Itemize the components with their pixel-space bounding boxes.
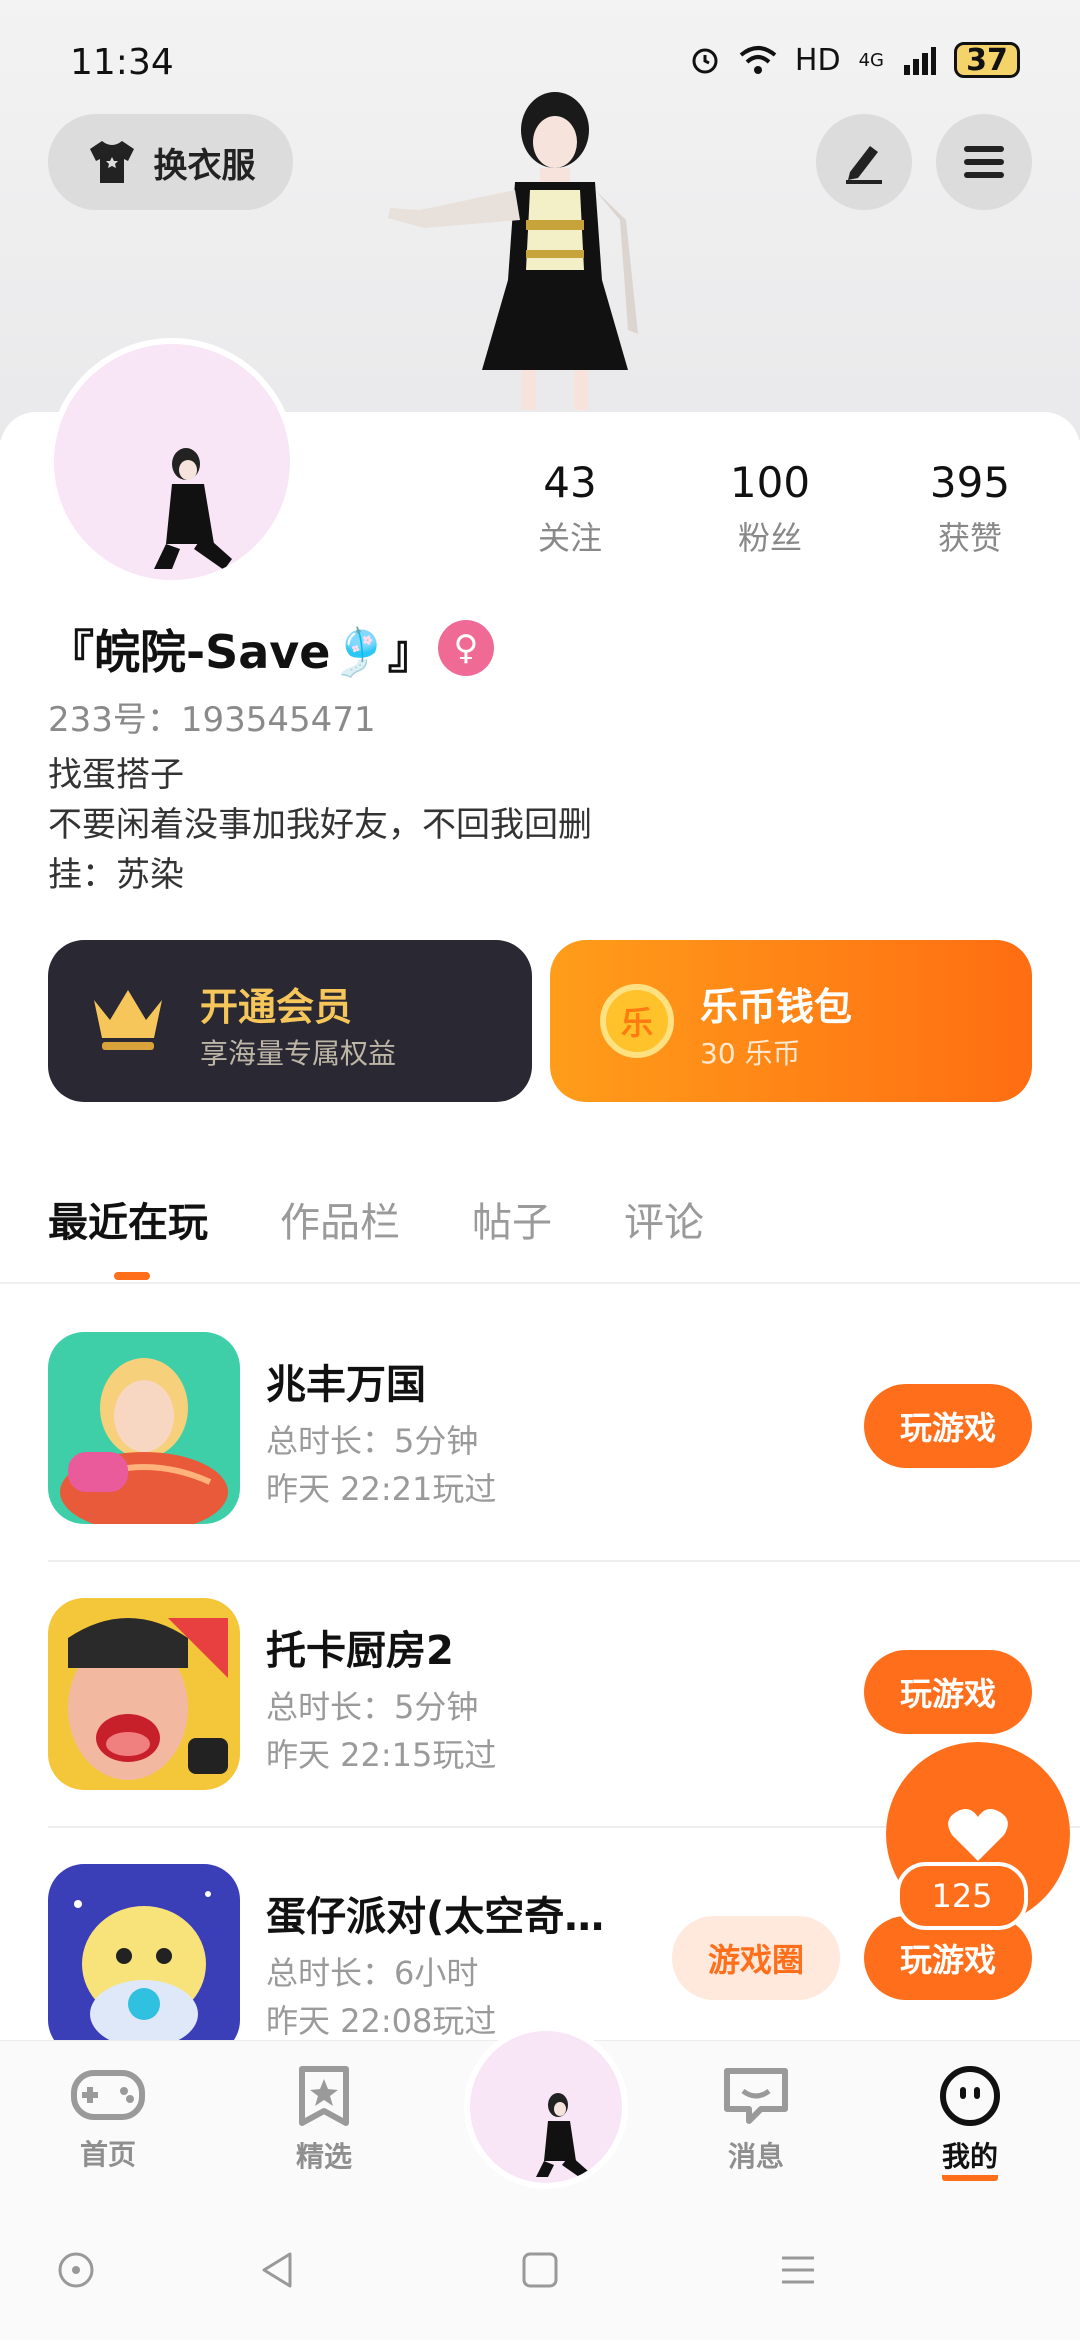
gamepad-icon <box>71 2070 145 2120</box>
tab-indicator <box>114 1272 150 1280</box>
game-duration: 总时长：5分钟 <box>266 1688 479 1726</box>
profile-stats: 43 关注 100 粉丝 395 获赞 <box>490 458 1050 559</box>
nav-featured[interactable]: 精选 <box>264 2065 384 2175</box>
tab-works[interactable]: 作品栏 <box>280 1190 400 1248</box>
nav-label: 精选 <box>295 2140 352 2173</box>
recent-apps-icon[interactable] <box>778 2250 818 2290</box>
stat-label: 关注 <box>537 519 602 557</box>
assistant-dot-icon[interactable] <box>56 2250 96 2290</box>
game-last-played: 昨天 22:08玩过 <box>266 2002 497 2040</box>
profile-avatar[interactable] <box>48 338 296 586</box>
signal-icon <box>904 47 936 75</box>
game-icon <box>48 1332 240 1524</box>
game-circle-button[interactable]: 游戏圈 <box>672 1916 840 2000</box>
network-label: HD <box>794 42 841 78</box>
menu-button[interactable] <box>936 114 1032 210</box>
wifi-icon <box>739 46 777 74</box>
nav-avatar-button[interactable] <box>464 2025 628 2189</box>
tab-divider <box>0 1282 1080 1284</box>
game-row[interactable]: 兆丰万国 总时长：5分钟 昨天 22:21玩过 玩游戏 <box>48 1332 1080 1524</box>
stat-label: 粉丝 <box>737 519 802 557</box>
profile-tabs: 最近在玩 作品栏 帖子 评论 <box>48 1190 704 1248</box>
face-icon <box>940 2066 1000 2126</box>
nav-label: 首页 <box>79 2138 136 2171</box>
signal-label: 4G <box>858 49 884 71</box>
stat-likes[interactable]: 395 获赞 <box>890 458 1050 559</box>
hamburger-icon <box>964 146 1004 178</box>
tab-posts[interactable]: 帖子 <box>472 1190 552 1248</box>
bio-line: 不要闲着没事加我好友，不回我回删 <box>48 805 592 845</box>
wallet-card[interactable]: 乐 乐币钱包 30 乐币 <box>550 940 1032 1102</box>
alarm-icon <box>692 48 718 74</box>
status-time: 11:34 <box>70 42 174 83</box>
status-icons: HD 4G 37 <box>689 42 1020 78</box>
stat-number: 395 <box>929 458 1011 507</box>
row-divider <box>48 1560 1080 1562</box>
game-icon <box>48 1864 240 2056</box>
nav-label: 我的 <box>941 2135 998 2181</box>
change-outfit-button[interactable]: 换衣服 <box>48 114 293 210</box>
stat-number: 100 <box>729 458 811 507</box>
pencil-icon <box>846 146 882 184</box>
wallet-balance: 30 乐币 <box>700 1037 801 1070</box>
stat-following[interactable]: 43 关注 <box>490 458 650 559</box>
vip-membership-card[interactable]: 开通会员 享海量专属权益 <box>48 940 532 1102</box>
game-duration: 总时长：6小时 <box>266 1954 479 1992</box>
nav-label: 消息 <box>727 2140 784 2173</box>
bio: 找蛋搭子 不要闲着没事加我好友，不回我回删 挂：苏染 <box>48 750 592 900</box>
star-bookmark-icon <box>299 2066 349 2126</box>
heart-icon <box>948 1809 1008 1861</box>
tab-recently-played[interactable]: 最近在玩 <box>48 1190 208 1248</box>
username: 『皖院-Save🎐』 <box>48 625 434 679</box>
stat-label: 获赞 <box>937 519 1002 557</box>
like-count: 125 <box>896 1862 1028 1930</box>
game-name: 托卡厨房2 <box>266 1628 454 1674</box>
nav-home[interactable]: 首页 <box>48 2065 168 2173</box>
wallet-title: 乐币钱包 <box>700 985 853 1029</box>
back-icon[interactable] <box>258 2250 298 2290</box>
user-id[interactable]: 233号：193545471 <box>48 692 376 741</box>
tshirt-icon <box>89 141 134 183</box>
edit-profile-button[interactable] <box>816 114 912 210</box>
avatar-3d-figure[interactable] <box>380 90 710 430</box>
stat-number: 43 <box>543 458 597 507</box>
stat-followers[interactable]: 100 粉丝 <box>690 458 850 559</box>
tab-comments[interactable]: 评论 <box>624 1190 704 1248</box>
game-icon <box>48 1598 240 1790</box>
female-gender-badge: ♀ <box>438 620 494 676</box>
game-duration: 总时长：5分钟 <box>266 1422 479 1460</box>
game-name: 兆丰万国 <box>266 1362 426 1408</box>
game-name: 蛋仔派对(太空奇… <box>266 1894 605 1940</box>
bio-line: 找蛋搭子 <box>48 755 184 795</box>
change-outfit-label: 换衣服 <box>153 145 256 186</box>
bottom-navigation: 首页 精选 消息 我的 <box>0 2025 1080 2201</box>
avatar-thumbnail <box>536 2093 588 2179</box>
bio-line: 挂：苏染 <box>48 855 184 895</box>
chat-bubble-icon <box>724 2068 788 2124</box>
system-navigation-bar <box>0 2200 1080 2340</box>
vip-subtitle: 享海量专属权益 <box>200 1037 397 1070</box>
play-game-button[interactable]: 玩游戏 <box>864 1384 1032 1468</box>
avatar-thumbnail <box>154 448 232 570</box>
crown-icon <box>94 990 162 1050</box>
nav-mine[interactable]: 我的 <box>910 2065 1030 2181</box>
game-last-played: 昨天 22:21玩过 <box>266 1470 497 1508</box>
nav-messages[interactable]: 消息 <box>696 2065 816 2175</box>
coin-icon: 乐 <box>600 984 674 1058</box>
battery-indicator: 37 <box>954 42 1020 78</box>
vip-title: 开通会员 <box>200 985 353 1029</box>
play-game-button[interactable]: 玩游戏 <box>864 1650 1032 1734</box>
game-last-played: 昨天 22:15玩过 <box>266 1736 497 1774</box>
home-square-icon[interactable] <box>520 2250 560 2290</box>
